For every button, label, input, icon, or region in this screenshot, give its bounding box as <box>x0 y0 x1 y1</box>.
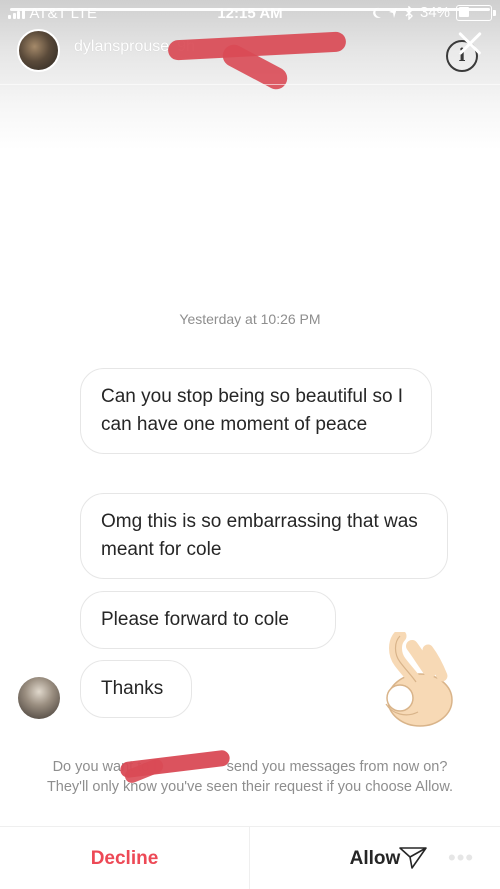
status-right: 34% <box>372 4 496 21</box>
location-icon <box>388 7 397 18</box>
battery-icon <box>456 4 496 21</box>
request-line-2: They'll only know you've seen their requ… <box>46 779 454 795</box>
message-bubble[interactable]: Thanks <box>80 660 192 718</box>
message-bubble[interactable]: Please forward to cole <box>80 591 336 649</box>
header-divider <box>0 84 500 85</box>
status-bar: AT&T LTE 12:15 AM 34% <box>0 0 500 28</box>
ok-hand-emoji <box>385 632 453 727</box>
moon-icon <box>373 7 381 18</box>
send-icon[interactable] <box>398 846 428 870</box>
story-avatar[interactable] <box>17 29 60 72</box>
thread-timestamp: Yesterday at 10:26 PM <box>179 311 321 327</box>
message-request-prompt: Do you want to l send you messages from n… <box>0 757 500 797</box>
message-bubble[interactable]: Omg this is so embarrassing that was mea… <box>80 493 448 579</box>
story-username: dylansprouse <box>74 38 170 55</box>
battery-fill <box>458 7 469 17</box>
request-line-1: Do you want to l send you messages from n… <box>52 759 448 775</box>
close-icon[interactable] <box>452 25 488 61</box>
sender-avatar[interactable] <box>18 677 60 719</box>
message-bubble[interactable]: Can you stop being so beautiful so I can… <box>80 368 432 454</box>
decline-button[interactable]: Decline <box>0 827 249 889</box>
battery-percent: 34% <box>419 4 450 21</box>
bluetooth-icon <box>405 5 413 20</box>
more-icon[interactable]: ••• <box>448 845 474 871</box>
